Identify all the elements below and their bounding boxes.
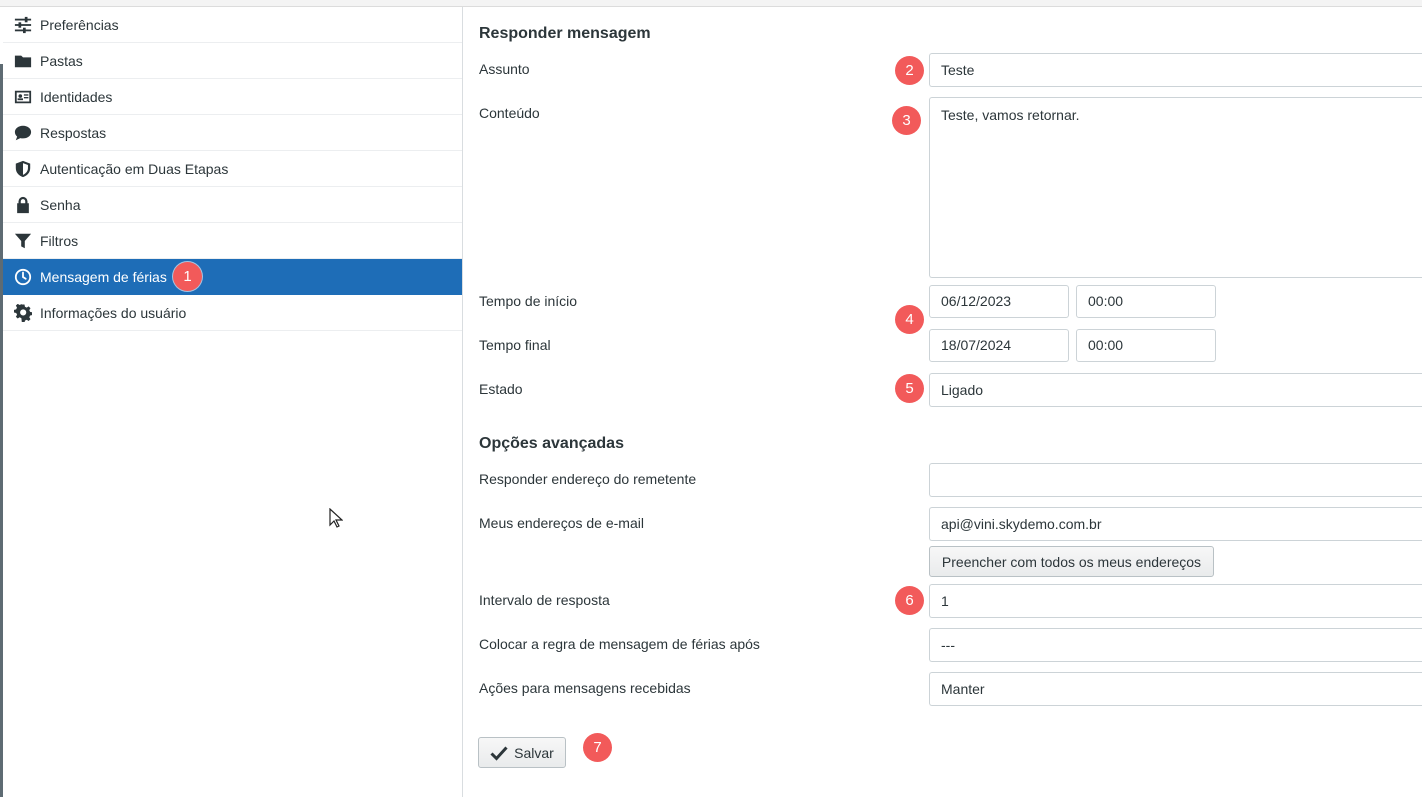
comment-icon — [13, 123, 33, 143]
sidebar-item-label: Preferências — [40, 16, 119, 33]
sidebar-item-responses[interactable]: Respostas — [3, 115, 462, 151]
status-label: Estado — [479, 381, 523, 397]
sidebar-item-identities[interactable]: Identidades — [3, 79, 462, 115]
sidebar-item-filters[interactable]: Filtros — [3, 223, 462, 259]
folder-icon — [13, 51, 33, 71]
filter-icon — [13, 231, 33, 251]
save-button[interactable]: Salvar — [478, 737, 566, 768]
reply-address-label: Responder endereço do remetente — [479, 471, 697, 487]
sidebar-item-label: Pastas — [40, 52, 83, 69]
fill-all-addresses-button[interactable]: Preencher com todos os meus endereços — [929, 546, 1214, 577]
sidebar-item-label: Informações do usuário — [40, 304, 187, 321]
sidebar-item-label: Mensagem de férias — [40, 268, 167, 285]
sidebar-item-label: Autenticação em Duas Etapas — [40, 160, 229, 177]
save-button-label: Salvar — [514, 744, 554, 761]
reply-address-input[interactable] — [929, 463, 1422, 497]
id-card-icon — [13, 87, 33, 107]
sliders-icon — [13, 15, 33, 35]
lock-icon — [13, 195, 33, 215]
sidebar-item-vacation-message[interactable]: Mensagem de férias 1 — [3, 259, 462, 295]
settings-sidebar: Preferências Pastas Identidades Resposta… — [3, 7, 463, 797]
subject-input[interactable] — [929, 53, 1422, 87]
sidebar-item-password[interactable]: Senha — [3, 187, 462, 223]
content-label: Conteúdo — [479, 105, 540, 121]
content-textarea[interactable]: Teste, vamos retornar. — [929, 97, 1422, 278]
top-border — [0, 0, 1422, 7]
vacation-form: Responder mensagem Assunto 2 Conteúdo 3 … — [464, 7, 1422, 797]
my-addresses-field[interactable]: api@vini.skydemo.com.br — [929, 507, 1422, 541]
checkmark-icon — [490, 745, 508, 761]
step-badge-3: 3 — [892, 106, 921, 135]
sidebar-item-label: Senha — [40, 196, 81, 213]
step-badge-7: 7 — [583, 733, 612, 762]
sidebar-item-label: Filtros — [40, 232, 79, 249]
step-badge-1: 1 — [173, 262, 202, 291]
page: Preferências Pastas Identidades Resposta… — [0, 0, 1422, 797]
shield-icon — [13, 159, 33, 179]
gear-icon — [13, 303, 33, 323]
mouse-cursor-icon — [329, 508, 343, 528]
reply-interval-label: Intervalo de resposta — [479, 592, 610, 608]
sidebar-item-two-factor[interactable]: Autenticação em Duas Etapas — [3, 151, 462, 187]
start-date-input[interactable] — [929, 285, 1069, 318]
end-date-input[interactable] — [929, 329, 1069, 362]
sidebar-item-preferences[interactable]: Preferências — [3, 7, 462, 43]
clock-icon — [13, 267, 33, 287]
sidebar-item-user-info[interactable]: Informações do usuário — [3, 295, 462, 331]
sidebar-item-folders[interactable]: Pastas — [3, 43, 462, 79]
rule-after-select[interactable]: --- — [929, 628, 1422, 662]
end-time-input[interactable] — [1076, 329, 1216, 362]
advanced-section-heading: Opções avançadas — [479, 435, 624, 452]
rule-after-label: Colocar a regra de mensagem de férias ap… — [479, 636, 760, 652]
step-badge-5: 5 — [895, 374, 924, 403]
step-badge-4: 4 — [895, 305, 924, 334]
start-time-input[interactable] — [1076, 285, 1216, 318]
start-time-label: Tempo de início — [479, 293, 578, 309]
step-badge-2: 2 — [895, 56, 924, 85]
incoming-actions-label: Ações para mensagens recebidas — [479, 680, 691, 696]
step-badge-6: 6 — [895, 586, 924, 615]
sidebar-item-label: Identidades — [40, 88, 113, 105]
my-addresses-label: Meus endereços de e-mail — [479, 515, 644, 531]
end-time-label: Tempo final — [479, 337, 551, 353]
sidebar-item-label: Respostas — [40, 124, 107, 141]
incoming-actions-select[interactable]: Manter — [929, 672, 1422, 706]
reply-section-heading: Responder mensagem — [479, 25, 651, 42]
subject-label: Assunto — [479, 61, 530, 77]
status-select[interactable]: Ligado — [929, 373, 1422, 407]
reply-interval-input[interactable] — [929, 584, 1422, 618]
